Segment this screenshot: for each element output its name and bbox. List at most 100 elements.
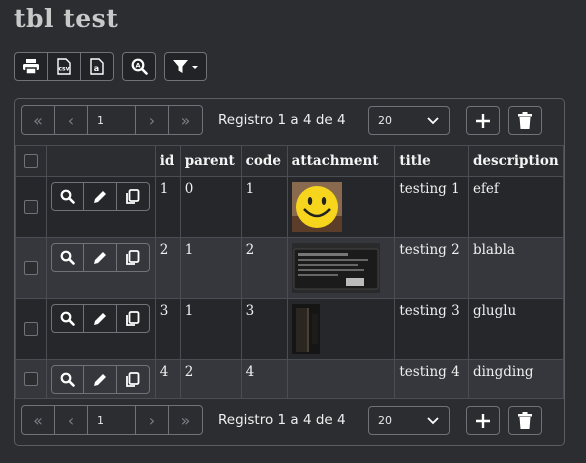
prev-page-button[interactable]: ‹: [55, 406, 88, 434]
zoom-search-icon: A: [131, 58, 148, 75]
cell-parent: 1: [179, 237, 242, 299]
cell-title: testing 4: [394, 359, 469, 399]
select-all-checkbox[interactable]: [23, 154, 38, 168]
page-size-value: 20: [378, 114, 392, 127]
column-header-parent[interactable]: parent: [179, 145, 242, 177]
column-header-code[interactable]: code: [240, 145, 288, 177]
edit-record-button[interactable]: [84, 366, 117, 393]
copy-record-button[interactable]: [117, 366, 149, 393]
cell-parent: 2: [179, 359, 242, 399]
export-csv-button[interactable]: csv: [48, 53, 81, 80]
chevron-left-icon: ‹: [67, 410, 75, 430]
column-header-attachment[interactable]: attachment: [286, 145, 396, 177]
copy-icon: [126, 249, 140, 265]
cell-parent: 1: [179, 298, 242, 360]
export-csv-icon: csv: [57, 58, 71, 75]
copy-record-button[interactable]: [117, 244, 149, 271]
row-checkbox[interactable]: [23, 261, 38, 275]
column-header-id[interactable]: id: [154, 145, 181, 177]
edit-record-button[interactable]: [84, 305, 117, 332]
pager-top: « ‹ 1 › »: [21, 105, 203, 135]
table-row: 4 2 4 testing 4 dingding: [15, 359, 565, 399]
select-all-cell: [15, 145, 47, 177]
delete-records-button[interactable]: [508, 106, 542, 135]
view-record-button[interactable]: [52, 244, 85, 271]
cell-description: efef: [467, 176, 565, 238]
row-checkbox[interactable]: [23, 200, 38, 214]
print-button[interactable]: [14, 52, 48, 81]
prev-page-button[interactable]: ‹: [55, 106, 88, 134]
chevron-right-icon: ›: [148, 410, 156, 430]
view-record-button[interactable]: [52, 366, 85, 393]
cell-code: 2: [240, 237, 288, 299]
column-header-description[interactable]: description: [467, 145, 565, 177]
pager-info: Registro 1 a 4 de 4: [218, 412, 346, 428]
add-record-button[interactable]: [466, 406, 500, 435]
cell-description: blabla: [467, 237, 565, 299]
table-row: 2 1 2 testing 2 blabla: [15, 237, 565, 299]
double-chevron-right-icon: »: [180, 110, 191, 130]
double-chevron-right-icon: »: [180, 410, 191, 430]
page-number-input[interactable]: 1: [88, 106, 136, 134]
page-size-select[interactable]: 20: [368, 406, 450, 435]
dark-doorway-image[interactable]: [291, 304, 320, 354]
table-row: 1 0 1 testing 1 efef: [15, 176, 565, 238]
view-record-button[interactable]: [52, 183, 85, 210]
plus-icon: [476, 413, 490, 428]
column-header-title[interactable]: title: [394, 145, 469, 177]
actions-header: [45, 145, 156, 177]
last-page-button[interactable]: »: [169, 406, 202, 434]
pencil-icon: [93, 251, 106, 264]
page-size-select[interactable]: 20: [368, 106, 450, 135]
copy-record-button[interactable]: [117, 305, 149, 332]
pager-bottom: « ‹ 1 › »: [21, 405, 203, 435]
pencil-icon: [93, 312, 106, 325]
export-a-icon: a: [90, 58, 104, 75]
battery-image[interactable]: [291, 243, 380, 293]
view-record-button[interactable]: [52, 305, 85, 332]
page-size-value: 20: [378, 414, 392, 427]
filter-dropdown-button[interactable]: [164, 52, 207, 81]
edit-record-button[interactable]: [84, 244, 117, 271]
page-number-input[interactable]: 1: [88, 406, 136, 434]
last-page-button[interactable]: »: [169, 106, 202, 134]
cell-description: gluglu: [467, 298, 565, 360]
delete-records-button[interactable]: [508, 406, 542, 435]
export-a-button[interactable]: a: [81, 53, 114, 80]
next-page-button[interactable]: ›: [136, 406, 169, 434]
quick-search-button[interactable]: A: [122, 52, 156, 81]
cell-attachment: [286, 359, 396, 399]
svg-text:A: A: [135, 61, 140, 69]
cell-id: 2: [154, 237, 181, 299]
cell-code: 3: [240, 298, 288, 360]
cell-attachment: [286, 176, 396, 238]
grid-panel: « ‹ 1 › » Registro 1 a 4 de 4 20 id pare…: [14, 98, 565, 446]
printer-icon: [23, 59, 39, 74]
row-checkbox[interactable]: [23, 372, 38, 386]
search-icon: [60, 189, 75, 204]
next-page-button[interactable]: ›: [136, 106, 169, 134]
chevron-right-icon: ›: [148, 110, 156, 130]
pencil-icon: [93, 373, 106, 386]
cell-title: testing 3: [394, 298, 469, 360]
copy-icon: [126, 371, 140, 387]
first-page-button[interactable]: «: [22, 406, 55, 434]
svg-text:csv: csv: [58, 66, 69, 73]
cell-title: testing 1: [394, 176, 469, 238]
edit-record-button[interactable]: [84, 183, 117, 210]
chevron-down-icon: [427, 416, 439, 424]
smiley-image[interactable]: [291, 182, 342, 232]
copy-record-button[interactable]: [117, 183, 149, 210]
first-page-button[interactable]: «: [22, 106, 55, 134]
add-record-button[interactable]: [466, 106, 500, 135]
row-checkbox[interactable]: [23, 322, 38, 336]
cell-description: dingding: [467, 359, 565, 399]
cell-code: 1: [240, 176, 288, 238]
chevron-down-icon: [427, 116, 439, 124]
cell-code: 4: [240, 359, 288, 399]
pager-info: Registro 1 a 4 de 4: [218, 112, 346, 128]
cell-parent: 0: [179, 176, 242, 238]
trash-icon: [518, 412, 532, 429]
double-chevron-left-icon: «: [33, 410, 43, 430]
copy-icon: [126, 188, 140, 204]
